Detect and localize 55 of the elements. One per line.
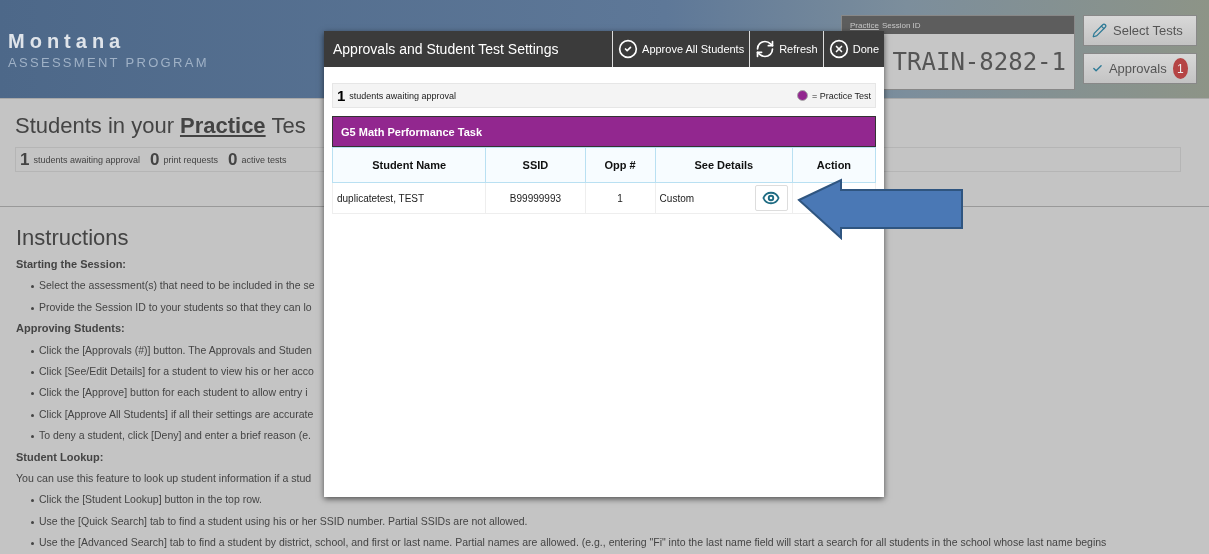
instruction-item: Provide the Session ID to your students so that they can lo	[31, 296, 312, 319]
stat-label: students awaiting approval	[33, 154, 141, 165]
column-header: Action	[792, 147, 876, 183]
instruction-item: Click the [Student Lookup] button in the top row.	[31, 489, 262, 511]
details-text: Custom	[659, 192, 695, 204]
section-intro: You can use this feature to look up student information if a stud	[16, 471, 313, 487]
instruction-item: Click the [Approve] button for each student to allow entry i	[31, 382, 308, 404]
stat-label: active tests	[241, 154, 287, 165]
section-heading: Approving Students:	[16, 321, 126, 337]
stat-label: print requests	[163, 154, 219, 165]
instruction-item: Select the assessment(s) that need to be included in the se	[31, 275, 315, 297]
stat-count: 0	[150, 149, 160, 170]
brand-subtitle: ASSESSMENT PROGRAM	[8, 55, 209, 70]
stat-count: 1	[20, 149, 30, 170]
count-badge: 1	[1172, 58, 1188, 79]
brand-title: Montana	[8, 30, 127, 53]
section-heading: Starting the Session:	[16, 257, 128, 272]
column-header: SSID	[485, 147, 586, 183]
instruction-item: Use the [Quick Search] tab to find a student using his or her SSID number. Partial SSIDs are not allowed.	[31, 510, 528, 533]
legend-label: = Practice Test	[811, 90, 871, 101]
instructions-heading: Instructions	[16, 225, 130, 251]
page-title: Students in your	[15, 113, 174, 139]
eye-icon	[762, 189, 781, 207]
instruction-item: Click [Approve All Students] if all their settings are accurate	[31, 403, 314, 426]
stat-count: 0	[228, 149, 238, 170]
column-header: Opp #	[585, 147, 656, 183]
session-id: TRAIN-8282-1	[892, 47, 1066, 76]
table-cell: duplicatetest, TEST	[332, 182, 486, 214]
refresh-button[interactable]: Refresh	[749, 31, 823, 67]
instruction-item: To deny a student, click [Deny] and enter a brief reason (e.	[31, 425, 311, 447]
awaiting-label: students awaiting approval	[349, 90, 456, 101]
table-cell: B99999993	[485, 182, 586, 214]
instruction-item: Click [See/Edit Details] for a student to view his or her acco	[31, 361, 314, 383]
done-button[interactable]: Done	[822, 31, 884, 67]
approve-all-button[interactable]: Approve All Students	[612, 31, 750, 67]
check-circle-icon	[618, 39, 639, 59]
page-title-end: Tes	[271, 113, 306, 139]
column-header: Student Name	[332, 147, 486, 183]
test-header: G5 Math Performance Task	[332, 116, 876, 147]
session-label: Session ID	[881, 20, 921, 30]
section-heading: Student Lookup:	[16, 449, 105, 465]
close-icon	[828, 39, 849, 59]
practice-link[interactable]: Practice	[850, 20, 879, 30]
awaiting-count: 1	[337, 87, 346, 104]
refresh-icon	[755, 39, 776, 59]
dialog-title: Approvals and Student Test Settings	[332, 40, 559, 59]
instruction-item: Use the [Advanced Search] tab to find a student by district, school, and first or last name. Partial names are allowed. (e.g., entering "Fi" into the last name field will start a search for all students in the school whose last name begins	[31, 532, 1107, 554]
table-cell: 1	[585, 182, 656, 214]
instruction-item: Click the [Approvals (#)] button. The Approvals and Studen	[31, 339, 312, 362]
column-header: See Details	[655, 147, 793, 183]
pencil-icon	[1092, 23, 1107, 38]
approvals-button[interactable]: Approvals 1	[1083, 53, 1197, 84]
select-tests-button[interactable]: Select Tests	[1083, 15, 1197, 46]
view-details-button[interactable]	[754, 185, 788, 211]
page-title-emphasis: Practice	[180, 113, 266, 139]
